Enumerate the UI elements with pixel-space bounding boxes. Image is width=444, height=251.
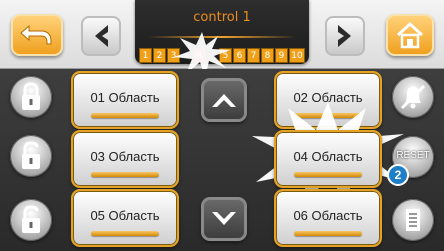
reset-label: RESET xyxy=(396,150,430,161)
page-10[interactable]: 10 xyxy=(289,48,305,63)
page-8[interactable]: 8 xyxy=(261,48,274,63)
area-label: 04 Область xyxy=(293,149,363,164)
title-underline xyxy=(147,36,297,38)
lock-button-3[interactable] xyxy=(10,199,52,241)
document-icon xyxy=(406,209,420,231)
page-9[interactable]: 9 xyxy=(275,48,288,63)
notification-badge: 2 xyxy=(387,164,409,186)
page-3[interactable]: 3 xyxy=(167,48,180,63)
area-button-06[interactable]: 06 Область xyxy=(274,189,382,247)
area-label: 05 Область xyxy=(90,208,160,223)
page-2[interactable]: 2 xyxy=(153,48,166,63)
prev-page-button[interactable] xyxy=(81,16,121,56)
next-page-button[interactable] xyxy=(325,16,365,56)
area-button-01[interactable]: 01 Область xyxy=(71,71,179,129)
chevron-down-icon xyxy=(212,212,236,225)
padlock-icon xyxy=(22,82,40,110)
mute-alarm-button[interactable] xyxy=(392,76,434,118)
lock-button-2[interactable] xyxy=(10,135,52,177)
unlocked-padlock-icon xyxy=(22,205,40,233)
area-label: 06 Область xyxy=(293,208,363,223)
lock-button-1[interactable] xyxy=(10,76,52,118)
page-4[interactable]: 4 xyxy=(193,48,206,63)
page-selector: 1 2 3 4 5 6 7 8 9 10 xyxy=(139,48,305,63)
area-indicator-bar xyxy=(91,113,159,118)
page-7[interactable]: 7 xyxy=(247,48,260,63)
area-button-05[interactable]: 05 Область xyxy=(71,189,179,247)
page-1[interactable]: 1 xyxy=(139,48,152,63)
control-screen: control 1 1 2 3 4 5 6 7 8 9 10 01 Област… xyxy=(0,0,444,251)
bell-off-icon xyxy=(400,84,426,110)
unlocked-padlock-icon xyxy=(22,141,40,169)
area-button-04[interactable]: 04 Область xyxy=(274,130,382,188)
area-indicator-bar xyxy=(91,231,159,236)
page-6[interactable]: 6 xyxy=(233,48,246,63)
area-indicator-bar xyxy=(294,113,362,118)
area-label: 01 Область xyxy=(90,90,160,105)
home-button[interactable] xyxy=(386,14,434,56)
area-indicator-bar xyxy=(294,231,362,236)
area-indicator-bar xyxy=(294,172,362,177)
scroll-up-button[interactable] xyxy=(201,78,247,122)
page-title: control 1 xyxy=(193,10,251,25)
area-label: 02 Область xyxy=(293,90,363,105)
area-label: 03 Область xyxy=(90,149,160,164)
chevron-left-icon xyxy=(95,25,108,47)
scroll-down-button[interactable] xyxy=(201,197,247,241)
page-5[interactable]: 5 xyxy=(219,48,232,63)
area-button-03[interactable]: 03 Область xyxy=(71,130,179,188)
area-indicator-bar xyxy=(91,172,159,177)
log-button[interactable] xyxy=(392,199,434,241)
area-button-02[interactable]: 02 Область xyxy=(274,71,382,129)
back-button[interactable] xyxy=(11,14,63,56)
chevron-right-icon xyxy=(338,25,351,47)
undo-arrow-icon xyxy=(20,24,52,45)
house-icon xyxy=(396,21,424,49)
chevron-up-icon xyxy=(212,94,236,107)
